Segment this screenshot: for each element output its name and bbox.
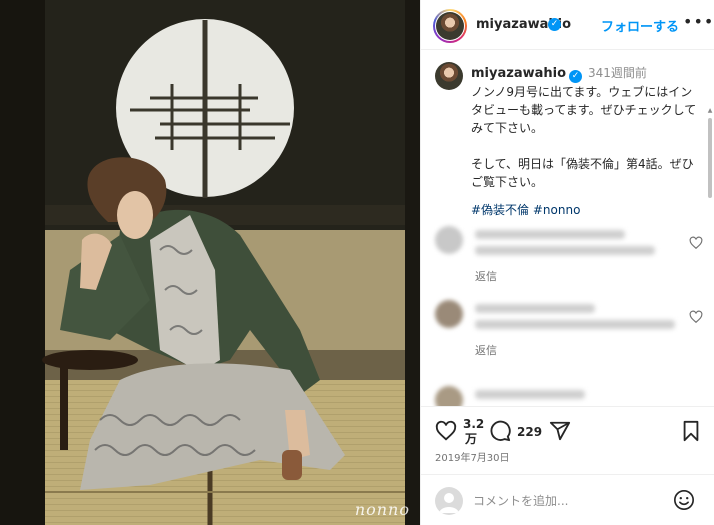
comment-input[interactable] [473, 489, 663, 513]
caption-line: ノンノ9月号に出てます。ウェブにはインタビューも載ってます。ぜひチェックしてみて… [471, 85, 697, 135]
likes-count-unit[interactable]: 万 [465, 432, 477, 446]
blurred-comment-text [475, 390, 585, 399]
caption-text: miyazawahio ✓ 341週間前 ノンノ9月号に出てます。ウェブにはインタビ… [471, 64, 701, 219]
likes-count[interactable]: 3.2 [463, 417, 484, 431]
commenter-avatar[interactable] [435, 226, 463, 254]
like-heart-icon[interactable] [435, 420, 457, 442]
comment-item: 返信 [435, 226, 703, 288]
post-date[interactable]: 2019年7月30日 [435, 449, 510, 464]
save-bookmark-icon[interactable] [681, 420, 701, 442]
emoji-icon[interactable] [673, 489, 695, 511]
more-options-icon[interactable]: ••• [683, 12, 714, 31]
follow-button[interactable]: フォローする [601, 16, 679, 35]
blurred-comment-text [475, 246, 655, 255]
share-paper-plane-icon[interactable] [549, 420, 571, 442]
comment-bubble-icon[interactable] [489, 420, 511, 442]
caption-hashtags[interactable]: #偽装不倫 #nonno [471, 201, 701, 219]
commenter-avatar[interactable] [435, 300, 463, 328]
post-actions: 3.2 万 229 2019年7月30日 [421, 406, 714, 474]
photo-illustration [0, 0, 420, 525]
scroll-up-arrow-icon[interactable]: ▲ [707, 108, 713, 114]
caption-line: そして、明日は「偽装不倫」第4話。ぜひご覧下さい。 [471, 157, 694, 189]
post-header: miyazawahio ✓ フォローする ••• [421, 0, 714, 50]
reply-button[interactable]: 返信 [475, 342, 497, 358]
commenter-avatar[interactable] [435, 386, 463, 406]
photo-watermark: nonno [354, 500, 410, 519]
comments-area[interactable]: miyazawahio ✓ 341週間前 ノンノ9月号に出てます。ウェブにはインタビ… [421, 50, 714, 406]
blurred-comment-text [475, 320, 675, 329]
comments-scrollbar[interactable]: ▲ ▼ [707, 108, 713, 406]
comment-like-heart-icon[interactable] [689, 236, 703, 250]
post-sidebar: miyazawahio ✓ フォローする ••• miyazawahio ✓ 341… [420, 0, 714, 525]
add-comment-bar [421, 474, 714, 525]
caption-avatar[interactable] [435, 62, 463, 90]
caption-username[interactable]: miyazawahio [471, 66, 566, 81]
reply-button[interactable]: 返信 [475, 268, 497, 284]
comment-item [435, 386, 703, 406]
verified-badge-icon: ✓ [569, 70, 583, 83]
profile-avatar[interactable] [433, 9, 467, 43]
current-user-avatar [435, 487, 463, 515]
verified-badge-icon: ✓ [548, 18, 561, 31]
default-user-icon [439, 493, 459, 513]
comment-like-heart-icon[interactable] [689, 310, 703, 324]
comments-count[interactable]: 229 [517, 425, 542, 439]
scrollbar-thumb[interactable] [708, 118, 712, 198]
avatar-image [436, 12, 464, 40]
post-photo[interactable]: nonno [0, 0, 420, 525]
post-time-ago[interactable]: 341週間前 [588, 66, 647, 80]
blurred-comment-text [475, 230, 625, 239]
comment-item: 返信 [435, 300, 703, 362]
blurred-comment-text [475, 304, 595, 313]
